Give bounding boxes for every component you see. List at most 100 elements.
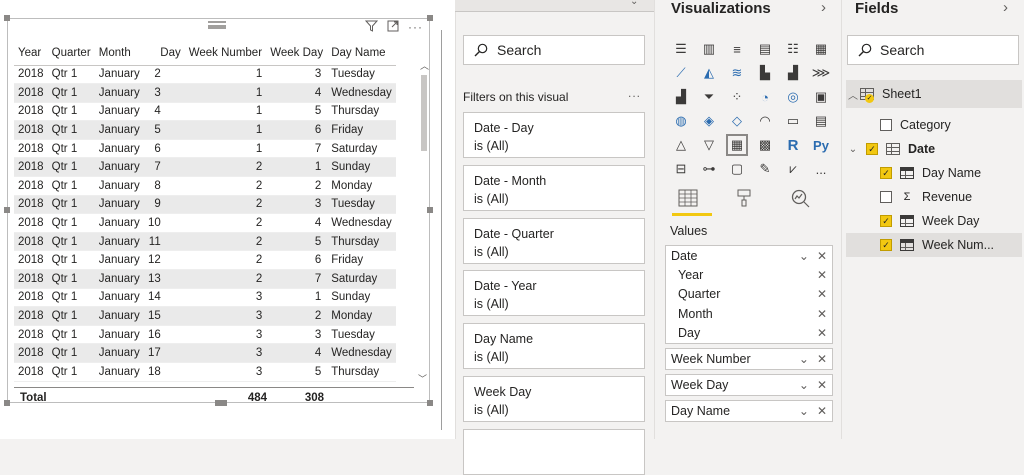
field-item[interactable]: Category (846, 113, 1022, 137)
map-icon[interactable]: ◍ (672, 112, 690, 130)
table-row[interactable]: 2018 Qtr 1 January 17 3 4 Wednesday (14, 343, 396, 363)
field-checkbox[interactable] (880, 119, 892, 131)
clustered-column-icon[interactable]: ▤ (756, 40, 774, 58)
well-item[interactable]: Date ⌄ ✕ (666, 246, 832, 265)
resize-handle-bottom[interactable] (215, 400, 227, 406)
key-influencers-icon[interactable]: ⊟ (672, 160, 690, 178)
table-row[interactable]: 2018 Qtr 1 January 9 2 3 Tuesday (14, 195, 396, 215)
table-row[interactable]: 2018 Qtr 1 January 16 3 3 Tuesday (14, 325, 396, 345)
resize-handle-bottom-right[interactable] (427, 400, 433, 406)
vertical-scrollbar[interactable] (419, 57, 428, 379)
resize-handle-top-left[interactable] (4, 15, 10, 21)
line-clustered-column-icon[interactable]: ▟ (784, 64, 802, 82)
well-item[interactable]: Day ✕ (666, 324, 832, 343)
fields-search-input[interactable]: Search (847, 35, 1019, 65)
resize-handle-right[interactable] (427, 207, 433, 213)
scatter-icon[interactable]: ⁘ (728, 88, 746, 106)
ribbon-chart-icon[interactable]: ⋙ (812, 64, 831, 82)
scrollbar-thumb[interactable] (421, 75, 427, 151)
field-checkbox[interactable]: ✓ (880, 167, 892, 179)
filter-icon[interactable] (364, 20, 379, 35)
shape-map-icon[interactable]: ◇ (728, 112, 746, 130)
table-row[interactable]: 2018 Qtr 1 January 10 2 4 Wednesday (14, 213, 396, 233)
well-field-week-day[interactable]: Week Day ⌄ ✕ (665, 373, 833, 396)
chevron-down-icon[interactable]: ⌄ (846, 144, 860, 155)
resize-handle-left[interactable] (4, 207, 10, 213)
filter-card-day-name[interactable]: Day Name is (All) (463, 323, 645, 369)
table-row[interactable]: 2018 Qtr 1 January 12 2 6 Friday (14, 250, 396, 271)
close-icon[interactable]: ✕ (817, 287, 827, 301)
card-icon[interactable]: ▭ (784, 112, 802, 130)
collapse-chevron-icon[interactable]: › (821, 0, 826, 16)
table-row[interactable]: 2018 Qtr 1 January 2 1 3 Tuesday (14, 65, 396, 85)
table-row[interactable]: 2018 Qtr 1 January 15 3 2 Monday (14, 306, 396, 326)
table-row[interactable]: 2018 Qtr 1 January 13 2 7 Saturday (14, 269, 396, 289)
field-item[interactable]: ✓ Week Num... (846, 233, 1022, 257)
qa-icon[interactable]: ▢ (728, 160, 746, 178)
more-visuals-icon[interactable]: ... (812, 160, 830, 178)
table-row[interactable]: 2018 Qtr 1 January 6 1 7 Saturday (14, 139, 396, 159)
gauge-icon[interactable]: ◠ (756, 112, 774, 130)
table-row[interactable]: 2018 Qtr 1 January 4 1 5 Thursday (14, 102, 396, 122)
table-row[interactable]: 2018 Qtr 1 January 8 2 2 Monday (14, 176, 396, 196)
well-field-week-number[interactable]: Week Number ⌄ ✕ (665, 347, 833, 370)
chevron-down-icon[interactable]: ⌄ (799, 404, 809, 418)
stacked-bar-icon[interactable]: ☰ (672, 40, 690, 58)
column-header-month[interactable]: Month (94, 41, 144, 66)
column-header-day-name[interactable]: Day Name (327, 41, 396, 66)
analytics-tab-icon[interactable] (785, 185, 815, 211)
treemap-icon[interactable]: ▣ (812, 88, 830, 106)
clustered-bar-icon[interactable]: ≡ (728, 40, 746, 58)
well-item[interactable]: Day Name ⌄ ✕ (666, 401, 832, 421)
table-icon[interactable]: ▦ (726, 134, 748, 156)
scroll-down-icon[interactable]: ﹀ (418, 372, 427, 385)
column-header-day[interactable]: Day (143, 41, 185, 66)
field-checkbox[interactable]: ✓ (880, 215, 892, 227)
report-canvas[interactable]: ··· Year Quarter Month Day Week Number W… (0, 0, 455, 439)
table-row[interactable]: 2018 Qtr 1 January 18 3 5 Thursday (14, 362, 396, 382)
well-item[interactable]: Year ✕ (666, 265, 832, 284)
pie-icon[interactable]: ◔ (756, 88, 774, 106)
column-header-week-number[interactable]: Week Number (184, 41, 267, 66)
paginated-icon[interactable]: ⩗ (784, 160, 802, 178)
more-options-icon[interactable]: ··· (408, 20, 423, 34)
matrix-icon[interactable]: ▩ (756, 136, 774, 154)
resize-handle-bottom-left[interactable] (4, 400, 10, 406)
table-row[interactable]: 2018 Qtr 1 January 14 3 1 Sunday (14, 288, 396, 308)
filter-card-date-month[interactable]: Date - Month is (All) (463, 165, 645, 211)
column-header-week-day[interactable]: Week Day (266, 41, 328, 66)
field-checkbox[interactable] (880, 191, 892, 203)
line-chart-icon[interactable]: ⟋ (672, 64, 690, 82)
table-visual[interactable]: ··· Year Quarter Month Day Week Number W… (7, 18, 430, 404)
filters-more-icon[interactable]: ... (628, 86, 641, 100)
close-icon[interactable]: ✕ (817, 404, 827, 418)
multi-row-card-icon[interactable]: ▤ (812, 112, 830, 130)
slicer-icon[interactable]: ▽ (700, 136, 718, 154)
donut-icon[interactable]: ◎ (784, 88, 802, 106)
column-header-year[interactable]: Year (14, 41, 48, 66)
chevron-up-icon[interactable]: ︿ (846, 87, 860, 102)
table-row[interactable]: 2018 Qtr 1 January 7 2 1 Sunday (14, 157, 396, 178)
field-item[interactable]: ✓ Week Day (846, 209, 1022, 233)
field-checkbox[interactable]: ✓ (880, 239, 892, 251)
filled-map-icon[interactable]: ◈ (700, 112, 718, 130)
chevron-down-icon[interactable]: ⌄ (799, 378, 809, 392)
filter-card-date-year[interactable]: Date - Year is (All) (463, 270, 645, 316)
close-icon[interactable]: ✕ (817, 326, 827, 340)
filter-card-date-day[interactable]: Date - Day is (All) (463, 112, 645, 158)
close-icon[interactable]: ✕ (817, 307, 827, 321)
filters-search-input[interactable]: Search (463, 35, 645, 65)
r-visual-icon[interactable]: R (784, 136, 802, 154)
well-field-day-name[interactable]: Day Name ⌄ ✕ (665, 399, 833, 422)
table-row[interactable]: 2018 Qtr 1 January 3 1 4 Wednesday (14, 83, 396, 103)
table-row[interactable]: 2018 Qtr 1 January 5 1 6 Friday (14, 120, 396, 140)
fields-tab-icon[interactable] (673, 185, 703, 211)
chevron-down-icon[interactable]: ⌄ (799, 249, 809, 263)
100-bar-icon[interactable]: ☷ (784, 40, 802, 58)
100-column-icon[interactable]: ▦ (812, 40, 830, 58)
close-icon[interactable]: ✕ (817, 268, 827, 282)
close-icon[interactable]: ✕ (817, 249, 827, 263)
scroll-up-icon[interactable]: ︿ (420, 59, 429, 72)
well-item[interactable]: Week Number ⌄ ✕ (666, 349, 832, 369)
well-item[interactable]: Month ✕ (666, 304, 832, 323)
